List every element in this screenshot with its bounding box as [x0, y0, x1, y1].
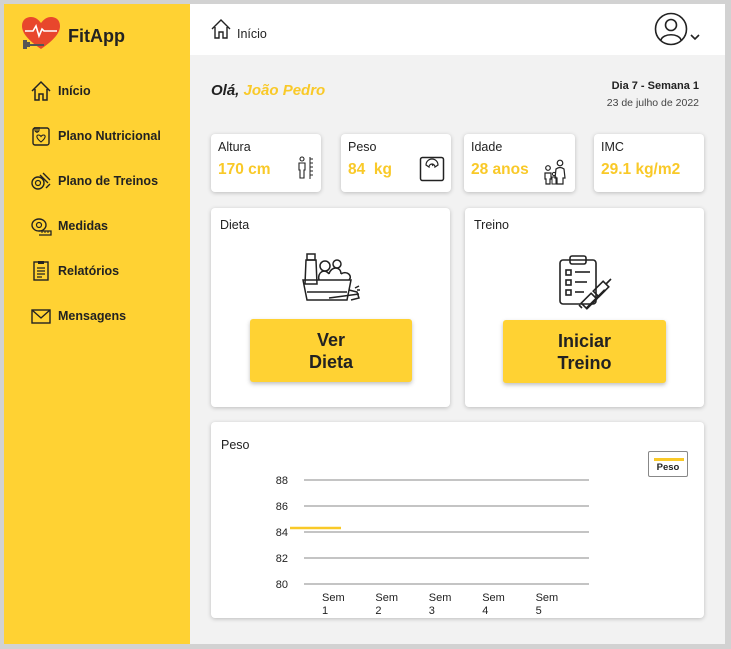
- topbar: Início: [190, 4, 725, 55]
- breadcrumb-label: Início: [237, 26, 267, 41]
- sidebar-item-plano-nutricional[interactable]: Plano Nutricional: [30, 125, 190, 147]
- sidebar-item-label: Mensagens: [58, 309, 127, 323]
- stat-card-peso: Peso 84 kg: [341, 134, 451, 192]
- user-menu[interactable]: [654, 12, 700, 51]
- groceries-icon: [299, 250, 361, 311]
- stat-title: Altura: [218, 140, 251, 154]
- date-label: 23 de julho de 2022: [606, 97, 699, 109]
- sidebar-item-label: Plano Nutricional: [58, 129, 161, 143]
- stat-title: IMC: [601, 140, 624, 154]
- x-tick-label-line: Sem: [536, 592, 559, 604]
- report-icon: [30, 260, 52, 282]
- nutrition-plan-icon: [30, 125, 52, 147]
- user-avatar-icon: [654, 12, 688, 51]
- x-tick-label-line: Sem: [375, 592, 398, 604]
- x-tick-label-line: Sem: [429, 592, 452, 604]
- stat-value: 84 kg: [348, 161, 392, 178]
- x-tick-label-line: 5: [536, 605, 542, 617]
- view-diet-button[interactable]: Ver Dieta: [250, 319, 412, 382]
- breadcrumb[interactable]: Início: [210, 18, 267, 45]
- y-tick-label: 82: [276, 553, 288, 565]
- sidebar-item-plano-de-treinos[interactable]: Plano de Treinos: [30, 170, 190, 192]
- sidebar-item-medidas[interactable]: Medidas: [30, 215, 190, 237]
- y-tick-label: 88: [276, 475, 288, 487]
- sidebar-item-label: Medidas: [58, 219, 109, 233]
- y-tick-label: 84: [276, 527, 288, 539]
- heart-dumbbell-logo-icon: [20, 16, 62, 57]
- workout-card: Treino Iniciar Treino: [465, 208, 704, 407]
- stat-value: 28 anos: [471, 161, 529, 178]
- start-workout-button[interactable]: Iniciar Treino: [503, 320, 666, 383]
- diet-title: Dieta: [220, 218, 250, 232]
- sidebar-item-relatorios[interactable]: Relatórios: [30, 260, 190, 282]
- workout-plan-icon: [30, 170, 52, 192]
- tape-measure-icon: [30, 215, 52, 237]
- stat-value: 170 cm: [218, 161, 271, 178]
- x-tick-label: Sem 3: [429, 592, 452, 617]
- workout-title: Treino: [474, 218, 509, 232]
- greeting-prefix: Olá,: [211, 82, 240, 99]
- home-icon: [30, 80, 52, 102]
- app-window: FitApp Início Plano Nutricional Plano de…: [4, 4, 725, 644]
- user-name: João Pedro: [243, 82, 326, 99]
- stat-card-idade: Idade 28 anos: [464, 134, 575, 192]
- sidebar: FitApp Início Plano Nutricional Plano de…: [4, 4, 190, 644]
- x-tick-label-line: 3: [429, 605, 435, 617]
- stat-card-imc: IMC 29.1 kg/m2: [594, 134, 704, 192]
- scale-icon: [419, 156, 445, 187]
- x-tick-label-line: 1: [322, 605, 328, 617]
- brand-name: FitApp: [68, 26, 125, 46]
- envelope-icon: [30, 305, 52, 327]
- x-tick-label-line: Sem: [322, 592, 345, 604]
- day-info: Dia 7 - Semana 1 23 de julho de 2022: [607, 80, 699, 109]
- stat-title: Peso: [348, 140, 377, 154]
- clipboard-dumbbell-icon: [557, 254, 613, 315]
- brand-logo[interactable]: FitApp: [20, 16, 125, 57]
- x-tick-label: Sem 4: [482, 592, 505, 617]
- stat-card-altura: Altura 170 cm: [211, 134, 321, 192]
- sidebar-nav: Início Plano Nutricional Plano de Treino…: [30, 80, 190, 350]
- sidebar-item-label: Relatórios: [58, 264, 120, 278]
- x-tick-label-line: Sem: [482, 592, 505, 604]
- weight-chart: 8886848280Sem 1Sem 2Sem 3Sem 4Sem 5: [276, 475, 589, 617]
- greeting: Olá, João Pedro: [211, 82, 325, 99]
- y-tick-label: 86: [276, 501, 288, 513]
- x-tick-label: Sem 2: [375, 592, 398, 617]
- day-week-label: Dia 7 - Semana 1: [611, 80, 699, 92]
- x-tick-label: Sem 1: [322, 592, 345, 617]
- stat-title: Idade: [471, 140, 503, 154]
- height-icon: [297, 156, 315, 185]
- family-icon: [541, 159, 569, 190]
- diet-card: Dieta Ver Dieta: [211, 208, 450, 407]
- x-tick-label: Sem 5: [536, 592, 559, 617]
- sidebar-item-label: Início: [58, 84, 91, 98]
- weight-chart-card: Peso Peso 88 86 84 82 80 Sem 1 Sem 2 Sem 3 Sem 4 Sem 5: [211, 422, 704, 618]
- home-icon: [210, 18, 232, 45]
- y-tick-label: 80: [276, 579, 288, 591]
- sidebar-item-mensagens[interactable]: Mensagens: [30, 305, 190, 327]
- sidebar-item-label: Plano de Treinos: [58, 174, 159, 188]
- x-tick-label-line: 4: [482, 605, 488, 617]
- sidebar-item-inicio[interactable]: Início: [30, 80, 190, 102]
- stat-value: 29.1 kg/m2: [601, 161, 681, 178]
- chevron-down-icon: [690, 28, 700, 46]
- x-tick-label-line: 2: [375, 605, 381, 617]
